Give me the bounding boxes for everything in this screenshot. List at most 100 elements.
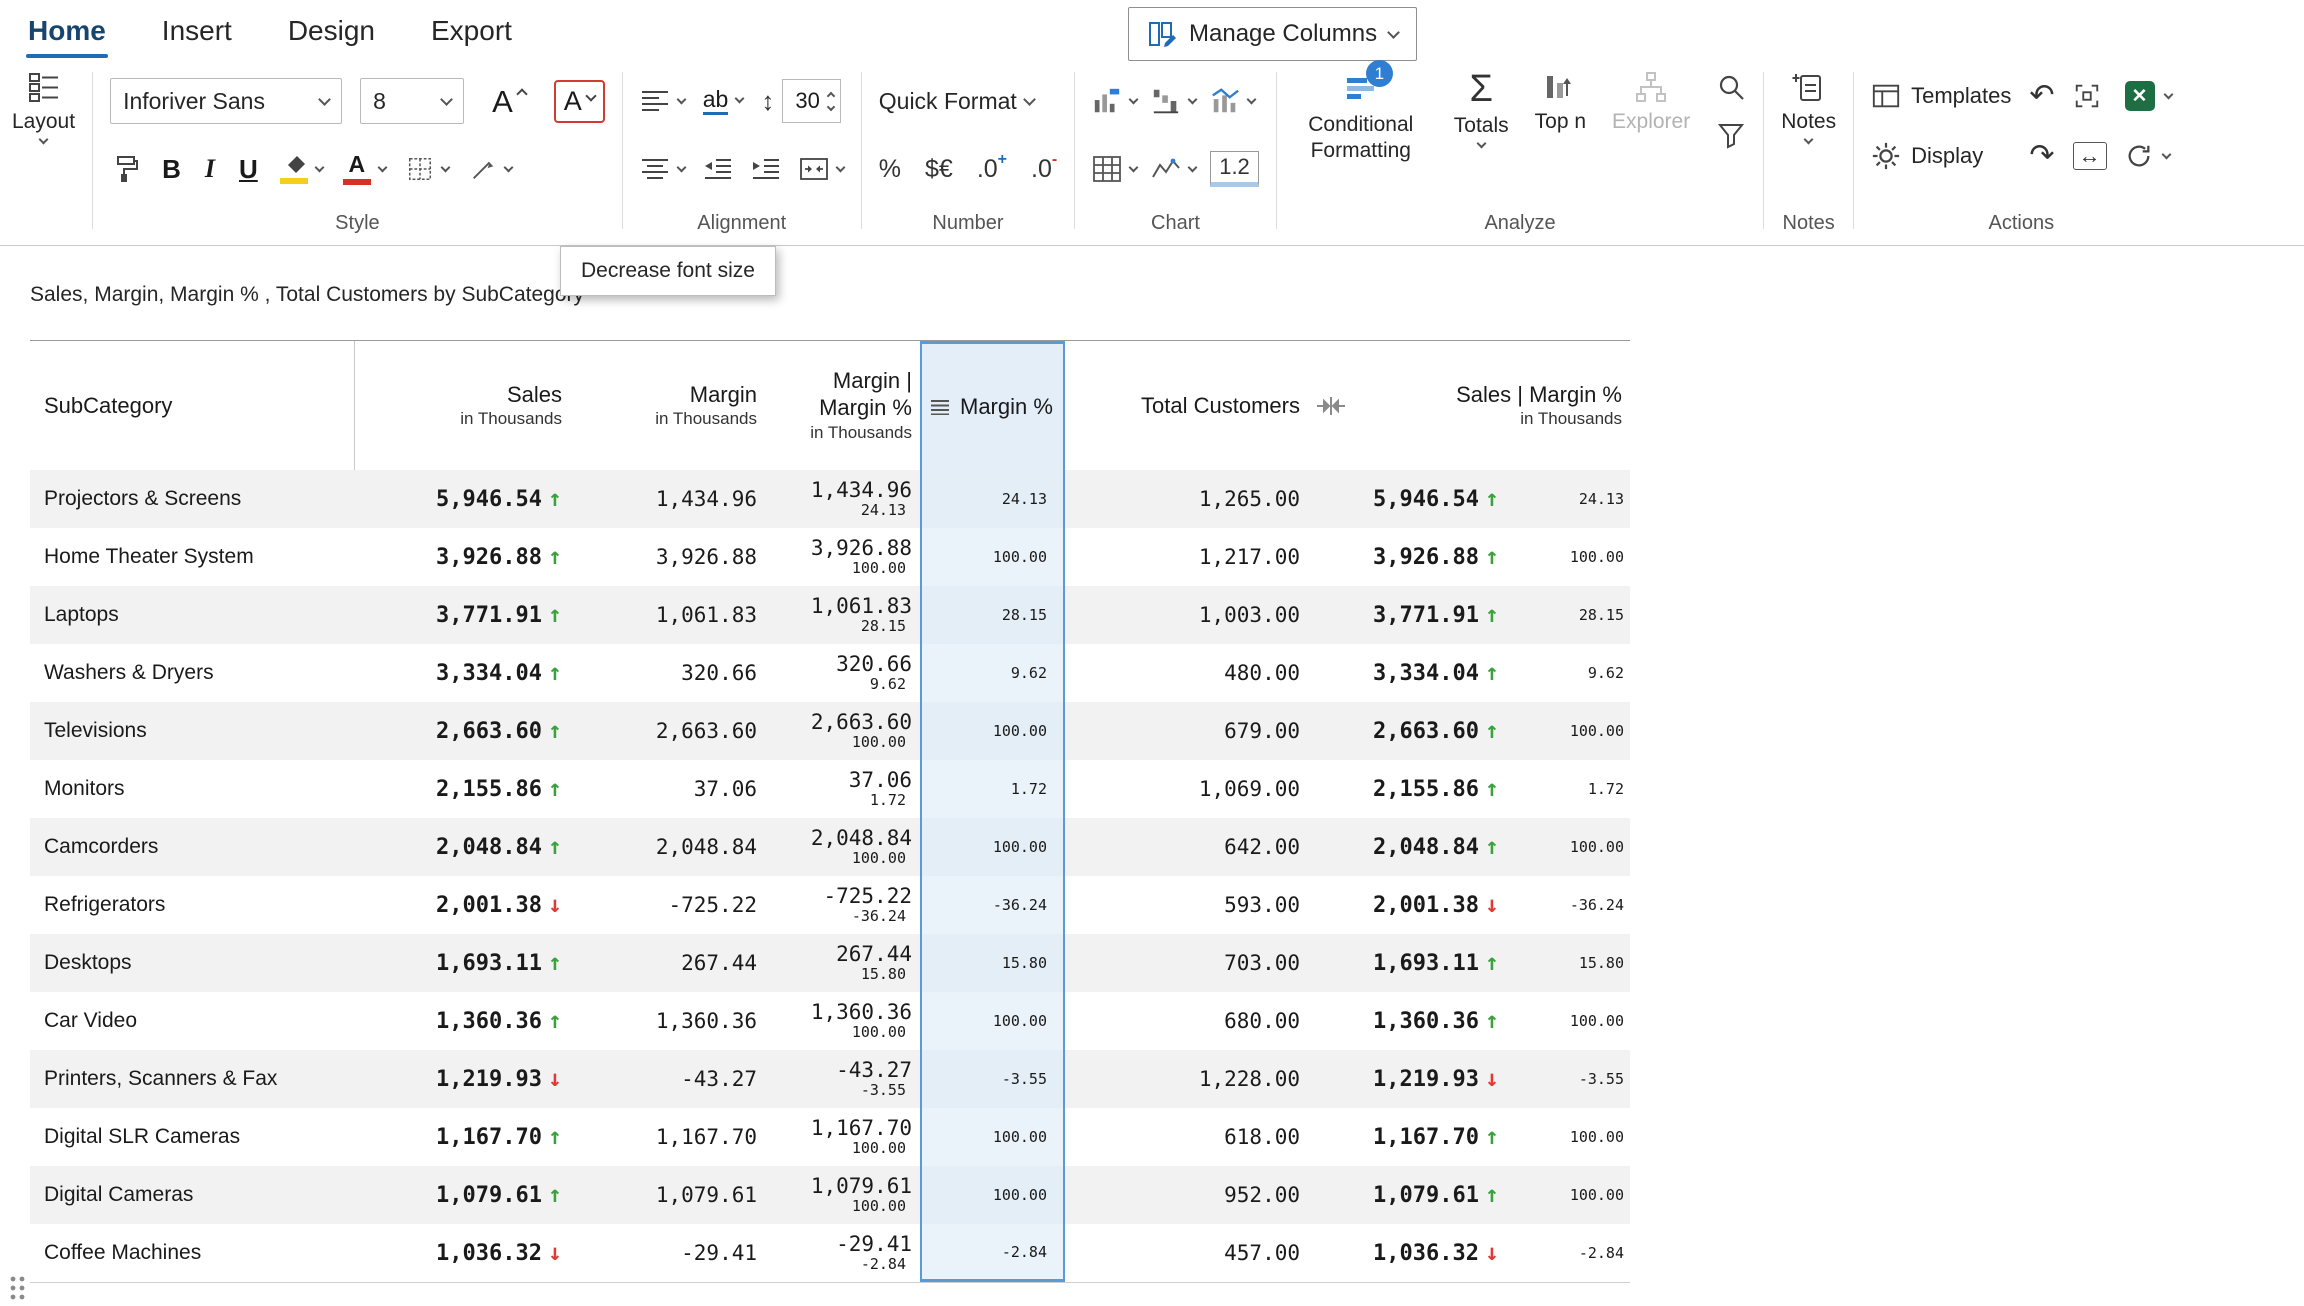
- percent-format-button[interactable]: %: [879, 155, 901, 184]
- margin-cell[interactable]: -29.41: [570, 1224, 765, 1282]
- margin-pct-cell[interactable]: 1.72: [920, 760, 1065, 818]
- margin-cell[interactable]: 1,079.61: [570, 1166, 765, 1224]
- margin-cell[interactable]: -43.27: [570, 1050, 765, 1108]
- total-customers-cell[interactable]: 480.00: [1065, 644, 1330, 702]
- column-header-sales[interactable]: Sales in Thousands: [355, 341, 570, 470]
- highlight-color-button[interactable]: [280, 155, 323, 184]
- sales-combo-cell[interactable]: 2,155.86↑ 1.72: [1330, 760, 1630, 818]
- stepper-down-icon[interactable]: [827, 102, 835, 110]
- increase-indent-icon[interactable]: [751, 157, 781, 181]
- table-row[interactable]: Digital Cameras 1,079.61↑ 1,079.61 1,079…: [30, 1166, 1630, 1224]
- table-row[interactable]: Monitors 2,155.86↑ 37.06 37.06 1.72 1.72…: [30, 760, 1630, 818]
- margin-pct-cell[interactable]: 100.00: [920, 1108, 1065, 1166]
- tab-insert[interactable]: Insert: [160, 13, 234, 49]
- vertical-align-button[interactable]: [640, 157, 685, 181]
- row-height-control[interactable]: 30: [761, 79, 840, 123]
- manage-columns-button[interactable]: Manage Columns: [1128, 7, 1417, 61]
- margin-combo-cell[interactable]: 1,434.96 24.13: [765, 470, 920, 528]
- column-menu-icon[interactable]: [930, 399, 950, 415]
- font-size-select[interactable]: 8: [360, 78, 464, 124]
- sparkline-button[interactable]: [1151, 155, 1196, 183]
- underline-button[interactable]: U: [237, 154, 260, 185]
- decrease-decimal-button[interactable]: .0-: [1031, 155, 1057, 184]
- diagonal-line-button[interactable]: [469, 155, 512, 183]
- margin-pct-cell[interactable]: 100.00: [920, 528, 1065, 586]
- redo-icon[interactable]: [2029, 141, 2054, 171]
- increase-font-size-button[interactable]: A: [482, 78, 536, 125]
- total-customers-cell[interactable]: 618.00: [1065, 1108, 1330, 1166]
- undo-icon[interactable]: [2029, 81, 2054, 111]
- format-painter-icon[interactable]: [110, 154, 140, 184]
- stepper-buttons[interactable]: [828, 93, 834, 110]
- margin-pct-cell[interactable]: -3.55: [920, 1050, 1065, 1108]
- subcategory-cell[interactable]: Televisions: [30, 702, 355, 760]
- currency-format-button[interactable]: $€: [925, 155, 953, 184]
- sales-combo-cell[interactable]: 3,334.04↑ 9.62: [1330, 644, 1630, 702]
- margin-cell[interactable]: 267.44: [570, 934, 765, 992]
- sales-cell[interactable]: 1,219.93↓: [355, 1050, 570, 1108]
- total-customers-cell[interactable]: 1,069.00: [1065, 760, 1330, 818]
- margin-combo-cell[interactable]: -29.41 -2.84: [765, 1224, 920, 1282]
- subcategory-cell[interactable]: Monitors: [30, 760, 355, 818]
- total-customers-cell[interactable]: 642.00: [1065, 818, 1330, 876]
- sales-cell[interactable]: 5,946.54↑: [355, 470, 570, 528]
- subcategory-cell[interactable]: Digital SLR Cameras: [30, 1108, 355, 1166]
- subcategory-cell[interactable]: Washers & Dryers: [30, 644, 355, 702]
- drag-handle-icon[interactable]: [8, 1274, 28, 1302]
- sales-cell[interactable]: 2,155.86↑: [355, 760, 570, 818]
- sales-cell[interactable]: 1,036.32↓: [355, 1224, 570, 1282]
- tab-design[interactable]: Design: [286, 13, 377, 49]
- margin-cell[interactable]: 2,048.84: [570, 818, 765, 876]
- search-icon[interactable]: [1716, 72, 1746, 102]
- font-family-select[interactable]: Inforiver Sans: [110, 78, 342, 124]
- sales-combo-cell[interactable]: 2,001.38↓ -36.24: [1330, 876, 1630, 934]
- fit-to-screen-icon[interactable]: [2073, 82, 2101, 110]
- margin-combo-cell[interactable]: 1,360.36 100.00: [765, 992, 920, 1050]
- sales-cell[interactable]: 1,079.61↑: [355, 1166, 570, 1224]
- sales-combo-cell[interactable]: 2,048.84↑ 100.00: [1330, 818, 1630, 876]
- margin-pct-cell[interactable]: 100.00: [920, 992, 1065, 1050]
- notes-button[interactable]: Notes: [1781, 70, 1836, 143]
- margin-pct-cell[interactable]: 28.15: [920, 586, 1065, 644]
- sales-cell[interactable]: 1,167.70↑: [355, 1108, 570, 1166]
- subcategory-cell[interactable]: Laptops: [30, 586, 355, 644]
- sales-cell[interactable]: 3,334.04↑: [355, 644, 570, 702]
- sales-combo-cell[interactable]: 1,360.36↑ 100.00: [1330, 992, 1630, 1050]
- total-customers-cell[interactable]: 1,228.00: [1065, 1050, 1330, 1108]
- sales-cell[interactable]: 2,048.84↑: [355, 818, 570, 876]
- decrease-indent-icon[interactable]: [703, 157, 733, 181]
- subcategory-cell[interactable]: Coffee Machines: [30, 1224, 355, 1282]
- table-row[interactable]: Televisions 2,663.60↑ 2,663.60 2,663.60 …: [30, 702, 1630, 760]
- merge-cells-button[interactable]: [799, 157, 844, 181]
- subcategory-cell[interactable]: Car Video: [30, 992, 355, 1050]
- sales-combo-cell[interactable]: 1,036.32↓ -2.84: [1330, 1224, 1630, 1282]
- subcategory-cell[interactable]: Digital Cameras: [30, 1166, 355, 1224]
- table-row[interactable]: Washers & Dryers 3,334.04↑ 320.66 320.66…: [30, 644, 1630, 702]
- margin-combo-cell[interactable]: -43.27 -3.55: [765, 1050, 920, 1108]
- borders-button[interactable]: [406, 155, 449, 183]
- margin-pct-cell[interactable]: 24.13: [920, 470, 1065, 528]
- increase-decimal-button[interactable]: .0+: [977, 155, 1007, 184]
- total-customers-cell[interactable]: 703.00: [1065, 934, 1330, 992]
- table-view-button[interactable]: [1092, 155, 1137, 183]
- total-customers-cell[interactable]: 952.00: [1065, 1166, 1330, 1224]
- total-customers-cell[interactable]: 1,003.00: [1065, 586, 1330, 644]
- italic-button[interactable]: I: [203, 154, 217, 184]
- table-row[interactable]: Printers, Scanners & Fax 1,219.93↓ -43.2…: [30, 1050, 1630, 1108]
- margin-pct-cell[interactable]: 100.00: [920, 702, 1065, 760]
- margin-pct-cell[interactable]: 15.80: [920, 934, 1065, 992]
- templates-button[interactable]: Templates: [1871, 70, 2011, 122]
- font-color-button[interactable]: A: [343, 153, 386, 185]
- margin-cell[interactable]: 2,663.60: [570, 702, 765, 760]
- margin-cell[interactable]: 37.06: [570, 760, 765, 818]
- column-header-sales-combo[interactable]: Sales | Margin % in Thousands: [1330, 341, 1630, 470]
- sales-combo-cell[interactable]: 5,946.54↑ 24.13: [1330, 470, 1630, 528]
- table-row[interactable]: Digital SLR Cameras 1,167.70↑ 1,167.70 1…: [30, 1108, 1630, 1166]
- column-header-margin-pct[interactable]: Margin %: [920, 341, 1065, 470]
- tab-export[interactable]: Export: [429, 13, 514, 49]
- refresh-button[interactable]: [2125, 130, 2172, 182]
- explorer-button[interactable]: Explorer: [1612, 70, 1690, 134]
- subcategory-cell[interactable]: Camcorders: [30, 818, 355, 876]
- wrap-text-button[interactable]: ab: [703, 87, 744, 115]
- sales-combo-cell[interactable]: 1,167.70↑ 100.00: [1330, 1108, 1630, 1166]
